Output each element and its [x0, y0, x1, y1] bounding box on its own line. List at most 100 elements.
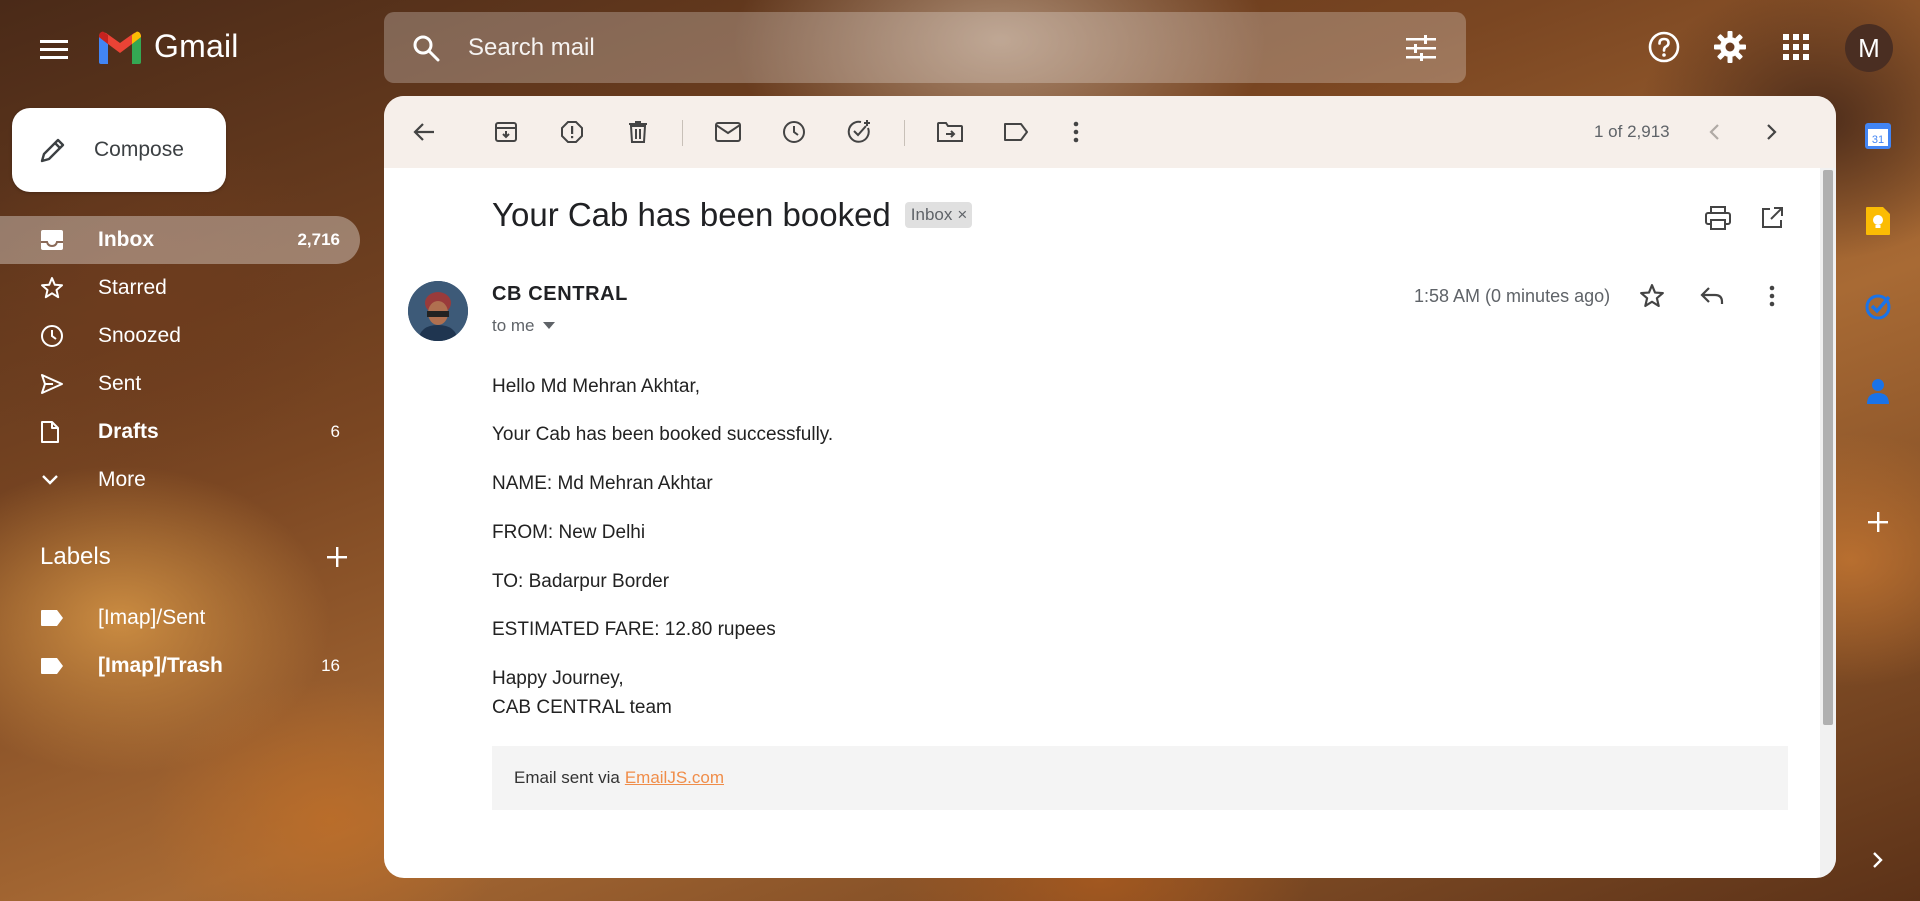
calendar-icon: 31 — [1865, 123, 1891, 149]
chevron-right-icon — [1873, 852, 1883, 868]
clock-icon — [40, 324, 68, 348]
toolbar-divider — [682, 120, 683, 146]
message-scrollbar[interactable] — [1820, 168, 1836, 878]
archive-button[interactable] — [486, 112, 526, 152]
sender-avatar[interactable] — [408, 281, 468, 341]
inbox-icon — [40, 229, 68, 251]
search-input[interactable] — [468, 33, 1376, 62]
open-in-new-window-button[interactable] — [1752, 198, 1792, 238]
drafts-count: 6 — [330, 422, 340, 441]
keep-button[interactable] — [1858, 201, 1898, 241]
gmail-logo-link[interactable]: Gmail — [96, 28, 239, 65]
back-arrow-icon — [413, 123, 434, 141]
label-item-imap-trash[interactable]: [Imap]/Trash 16 — [0, 642, 360, 690]
help-button[interactable] — [1644, 27, 1684, 67]
search-button[interactable] — [384, 34, 468, 62]
delete-button[interactable] — [618, 112, 658, 152]
main-menu-button[interactable] — [34, 32, 74, 66]
tasks-button[interactable] — [1858, 286, 1898, 326]
add-to-tasks-button[interactable] — [840, 112, 880, 152]
labels-header: Labels — [40, 543, 348, 571]
signoff-line: Happy Journey, — [492, 668, 624, 689]
create-label-button[interactable] — [326, 546, 348, 568]
label-icon — [1004, 123, 1028, 141]
show-side-panel-button[interactable] — [1858, 840, 1898, 880]
print-icon — [1705, 206, 1731, 230]
send-icon — [40, 373, 68, 395]
recipient-details-toggle[interactable]: to me — [492, 316, 555, 336]
contacts-icon — [1867, 379, 1889, 404]
sidebar-item-label: Sent — [98, 372, 142, 395]
remove-label-button[interactable]: × — [957, 205, 967, 225]
snooze-button[interactable] — [774, 112, 814, 152]
star-button[interactable] — [1632, 276, 1672, 316]
contacts-button[interactable] — [1858, 371, 1898, 411]
get-addons-button[interactable] — [1858, 502, 1898, 542]
label-icon — [40, 657, 68, 675]
add-task-icon — [847, 120, 870, 143]
plus-icon — [327, 547, 347, 567]
help-icon — [1648, 31, 1680, 63]
pencil-icon — [40, 138, 65, 163]
label-icon — [40, 609, 68, 627]
sidebar-item-label: Inbox — [98, 228, 154, 251]
report-spam-button[interactable] — [552, 112, 592, 152]
sidebar-item-label: Starred — [98, 276, 167, 299]
pickup-line: FROM: New Delhi — [492, 522, 646, 543]
sidebar-item-drafts[interactable]: Drafts 6 — [0, 408, 360, 456]
search-icon — [413, 35, 440, 61]
tasks-icon — [1865, 294, 1891, 320]
account-avatar[interactable]: M — [1845, 24, 1893, 72]
signature-line: CAB CENTRAL team — [492, 697, 672, 718]
inbox-unread-count: 2,716 — [297, 230, 340, 249]
back-button[interactable] — [404, 112, 444, 152]
svg-text:31: 31 — [1872, 134, 1884, 146]
keep-icon — [1866, 207, 1890, 235]
sidebar-item-more[interactable]: More — [0, 456, 360, 504]
emailjs-link[interactable]: EmailJS.com — [625, 768, 724, 788]
message-more-button[interactable] — [1752, 276, 1792, 316]
search-options-button[interactable] — [1376, 34, 1466, 61]
tune-icon — [1406, 34, 1436, 61]
calendar-button[interactable]: 31 — [1858, 116, 1898, 156]
star-icon — [1640, 284, 1664, 308]
more-actions-button[interactable] — [1056, 112, 1096, 152]
chevron-right-icon — [1767, 124, 1777, 140]
greeting-line: Hello Md Mehran Akhtar, — [492, 376, 701, 397]
footer-text: Email sent via — [514, 768, 620, 787]
older-button[interactable] — [1752, 112, 1792, 152]
print-all-button[interactable] — [1698, 198, 1738, 238]
sidebar-item-inbox[interactable]: Inbox 2,716 — [0, 216, 360, 264]
sidebar-item-label: Snoozed — [98, 324, 181, 347]
compose-button[interactable]: Compose — [12, 108, 226, 192]
delete-icon — [629, 121, 647, 143]
google-apps-button[interactable] — [1776, 27, 1816, 67]
chip-label: Inbox — [910, 205, 953, 224]
sender-name[interactable]: CB CENTRAL — [492, 283, 628, 306]
subject-row: Your Cab has been booked Inbox × — [492, 196, 973, 234]
fare-line: ESTIMATED FARE: 12.80 rupees — [492, 619, 776, 640]
label-item-imap-sent[interactable]: [Imap]/Sent — [0, 594, 360, 642]
pagination-text: 1 of 2,913 — [1594, 122, 1670, 141]
settings-button[interactable] — [1710, 27, 1750, 67]
newer-button[interactable] — [1694, 112, 1734, 152]
passenger-name-line: NAME: Md Mehran Akhtar — [492, 473, 713, 494]
sidebar-item-sent[interactable]: Sent — [0, 360, 360, 408]
report-spam-icon — [561, 121, 583, 143]
toolbar-divider — [904, 120, 905, 146]
mark-unread-icon — [715, 122, 741, 142]
email-footer: Email sent via EmailJS.com — [492, 746, 1788, 810]
mark-unread-button[interactable] — [708, 112, 748, 152]
more-vert-icon — [1769, 285, 1775, 307]
sidebar-item-starred[interactable]: Starred — [0, 264, 360, 312]
plus-icon — [1868, 512, 1888, 532]
reply-button[interactable] — [1692, 276, 1732, 316]
destination-line: TO: Badarpur Border — [492, 571, 670, 592]
message-view-panel: 1 of 2,913 Your Cab has been booked Inbo… — [384, 96, 1836, 878]
sidebar-item-snoozed[interactable]: Snoozed — [0, 312, 360, 360]
move-to-icon — [937, 122, 963, 142]
labels-button[interactable] — [996, 112, 1036, 152]
move-to-button[interactable] — [930, 112, 970, 152]
scrollbar-thumb[interactable] — [1823, 170, 1833, 725]
more-vert-icon — [1073, 121, 1079, 143]
